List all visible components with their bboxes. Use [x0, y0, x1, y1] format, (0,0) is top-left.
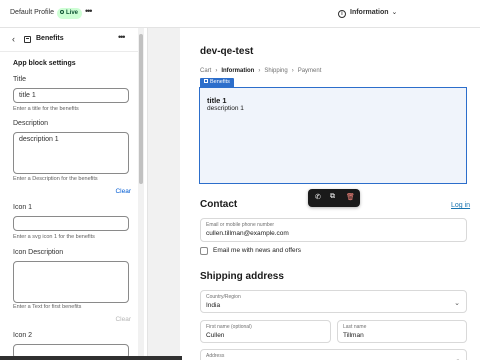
benefits-block[interactable]: title 1 description 1 [199, 87, 467, 184]
address-field[interactable]: Address ○ [200, 349, 467, 360]
trash-icon[interactable]: 🗑 [346, 193, 355, 201]
country-value: India [206, 302, 221, 309]
info-icon: i [338, 10, 346, 18]
description-clear-link[interactable]: Clear [115, 188, 131, 195]
ellipsis-icon[interactable]: ••• [118, 32, 126, 42]
address-label: Address [206, 353, 225, 359]
bottom-edge [0, 356, 182, 360]
icon2-label: Icon 2 [13, 332, 33, 339]
icon1-label: Icon 1 [13, 204, 33, 211]
newsletter-checkbox[interactable] [200, 247, 208, 255]
icon-description-textarea[interactable] [13, 261, 129, 303]
chevron-down-icon: ⌄ [454, 300, 460, 307]
duplicate-icon[interactable]: ⧉ [330, 193, 335, 201]
breadcrumb: Cart › Information › Shipping › Payment [200, 68, 322, 74]
description-help: Enter a Description for the benefits [13, 176, 98, 182]
shipping-heading: Shipping address [200, 271, 284, 282]
benefit-title: title 1 [207, 96, 227, 105]
login-link[interactable]: Log in [451, 202, 470, 209]
email-field[interactable]: Email or mobile phone number cullen.till… [200, 218, 467, 242]
profile-name[interactable]: Default Profile [10, 9, 54, 16]
icon1-input[interactable] [13, 216, 129, 231]
sidebar-title: Benefits [36, 35, 64, 42]
first-name-label: First name (optional) [206, 324, 252, 330]
last-name-field[interactable]: Last name Tillman [337, 320, 467, 343]
app-block-icon [24, 36, 31, 43]
icon-description-help: Enter a Text for first benefits [13, 304, 82, 310]
app-block-icon [204, 79, 208, 83]
first-name-value: Cullen [206, 332, 225, 339]
benefit-description: description 1 [207, 105, 244, 112]
title-label: Title [13, 76, 26, 83]
breadcrumb-cart[interactable]: Cart [200, 68, 211, 74]
block-toolbar: ✆ ⧉ 🗑 [308, 189, 360, 207]
store-name: dev-qe-test [200, 46, 254, 57]
live-badge: Live [57, 8, 83, 19]
email-label: Email or mobile phone number [206, 222, 275, 228]
country-select[interactable]: Country/Region India ⌄ [200, 290, 467, 313]
title-input[interactable]: title 1 [13, 88, 129, 103]
last-name-label: Last name [343, 324, 367, 330]
live-dot-icon [60, 10, 64, 14]
description-textarea[interactable]: description 1 [13, 132, 129, 174]
chevron-down-icon: ⌄ [391, 9, 398, 16]
breadcrumb-information: Information [221, 68, 255, 74]
breadcrumb-shipping: Shipping [264, 68, 288, 74]
email-value: cullen.tillman@example.com [206, 230, 289, 237]
last-name-value: Tillman [343, 332, 364, 339]
settings-sidebar: ‹ Benefits ••• App block settings Title … [0, 28, 148, 360]
newsletter-label: Email me with news and offers [213, 247, 302, 254]
icon-description-label: Icon Description [13, 249, 64, 256]
title-help: Enter a title for the benefits [13, 106, 79, 112]
country-label: Country/Region [206, 294, 241, 300]
page-selector-label: Information [350, 9, 389, 16]
chevron-left-icon[interactable]: ‹ [12, 34, 15, 44]
live-badge-label: Live [66, 10, 79, 16]
phone-icon[interactable]: ✆ [315, 193, 321, 201]
ellipsis-icon[interactable]: ••• [85, 6, 93, 16]
first-name-field[interactable]: First name (optional) Cullen [200, 320, 331, 343]
top-bar: Default Profile Live ••• i Information ⌄ [0, 0, 480, 28]
page-selector[interactable]: i Information ⌄ [338, 8, 397, 18]
block-tag[interactable]: Benefits [200, 78, 234, 87]
block-tag-label: Benefits [210, 79, 230, 85]
icon1-help: Enter a svg icon 1 for the benefits [13, 234, 95, 240]
checkout-preview: dev-qe-test Cart › Information › Shipping › Pa… [180, 28, 480, 360]
contact-heading: Contact [200, 199, 238, 210]
description-label: Description [13, 120, 49, 127]
sidebar-header: ‹ Benefits ••• [0, 28, 138, 52]
icon-description-clear-link: Clear [115, 316, 131, 323]
sidebar-scroll-thumb[interactable] [139, 34, 143, 184]
breadcrumb-payment: Payment [297, 68, 322, 74]
section-title: App block settings [13, 60, 76, 67]
